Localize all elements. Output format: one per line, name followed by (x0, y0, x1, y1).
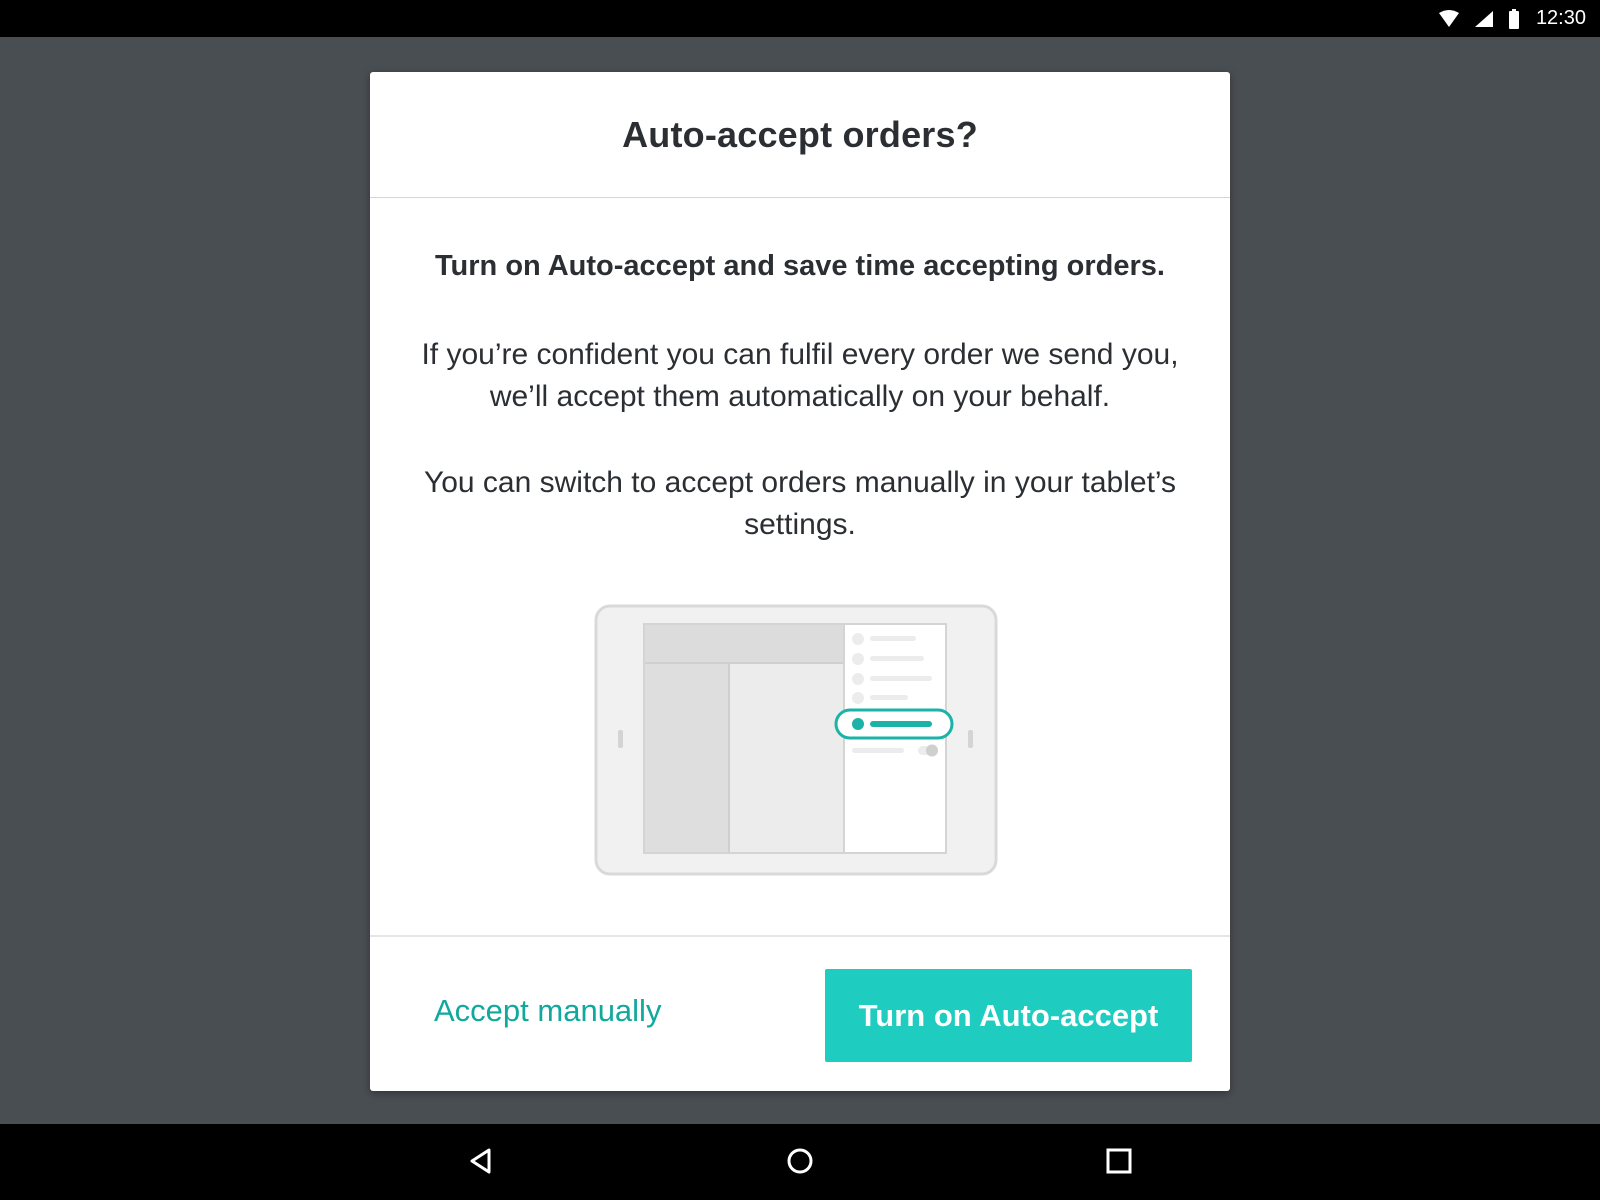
dialog-actions: Accept manually Turn on Auto-accept (370, 937, 1230, 1091)
navigation-bar (0, 1124, 1600, 1200)
dialog-lead-text: Turn on Auto-accept and save time accept… (435, 250, 1165, 282)
turn-on-auto-accept-button[interactable]: Turn on Auto-accept (825, 969, 1192, 1062)
cellular-signal-icon (1474, 10, 1494, 28)
back-icon (467, 1147, 495, 1180)
home-icon (786, 1147, 814, 1180)
auto-accept-dialog: Auto-accept orders? Turn on Auto-accept … (370, 72, 1230, 1091)
wifi-icon (1438, 9, 1460, 28)
home-button[interactable] (780, 1143, 820, 1183)
status-bar: 12:30 (0, 0, 1600, 37)
recent-apps-icon (1105, 1147, 1133, 1180)
dialog-header: Auto-accept orders? (370, 72, 1230, 198)
dialog-paragraph-settings: You can switch to accept orders manually… (423, 466, 1177, 541)
battery-icon (1508, 8, 1520, 29)
dialog-paragraph-confidence: If you’re confident you can fulfil every… (421, 338, 1179, 413)
status-time: 12:30 (1535, 7, 1586, 29)
dialog-body: Turn on Auto-accept and save time accept… (370, 198, 1230, 937)
status-icons: 12:30 (1438, 0, 1586, 37)
tablet-settings-illustration (594, 604, 998, 876)
back-button[interactable] (461, 1143, 501, 1183)
dialog-title: Auto-accept orders? (622, 113, 978, 155)
accept-manually-button[interactable]: Accept manually (434, 993, 661, 1029)
recent-apps-button[interactable] (1099, 1143, 1139, 1183)
screen: 12:30 Auto-accept orders? Turn on Auto-a… (0, 0, 1600, 1200)
